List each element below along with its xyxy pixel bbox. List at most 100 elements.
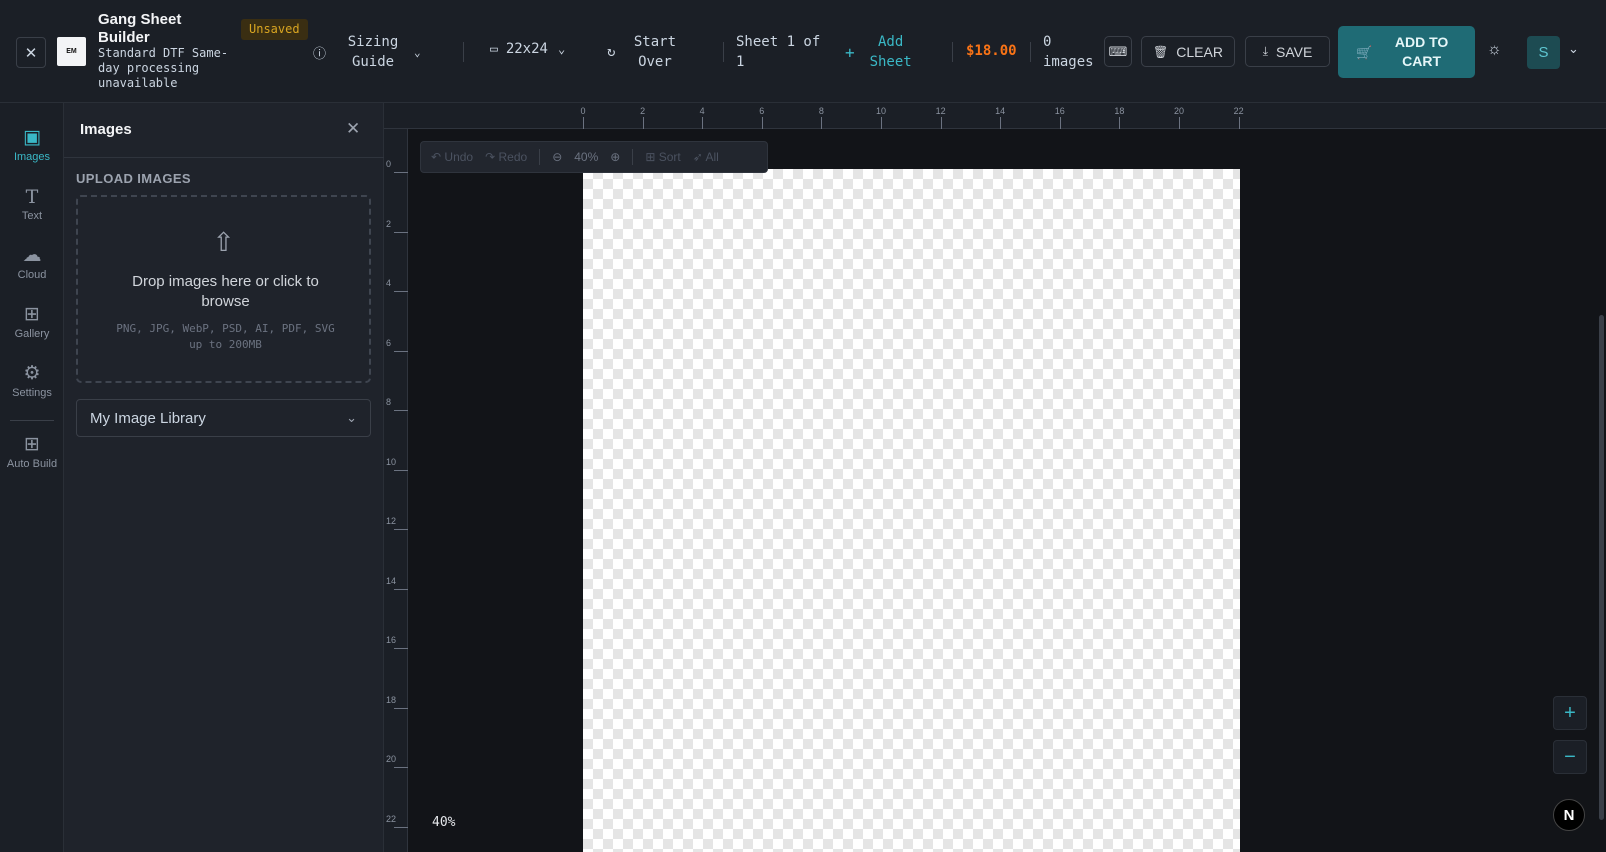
ruler-tick-label: 22 [386, 813, 397, 824]
chevron-down-icon: ⌄ [1568, 41, 1579, 56]
ruler-tick-label: 8 [386, 397, 392, 407]
rail-item-gallery[interactable]: ⊞ Gallery [0, 304, 64, 340]
chevron-down-icon: ⌄ [557, 42, 566, 56]
left-rail: ▣ Images T Text ☁ Cloud ⊞ Gallery ⚙ Sett… [0, 103, 64, 852]
add-sheet-button[interactable]: + Add Sheet [845, 32, 913, 72]
app-subtitle: Standard DTF Same-day processing unavail… [98, 46, 229, 90]
ruler-tick-label: 20 [1173, 106, 1184, 116]
rail-item-text[interactable]: T Text [0, 186, 64, 222]
ruler-tick-label: 0 [580, 106, 586, 116]
zoom-out-button[interactable]: ⊖ [552, 150, 562, 164]
images-panel: Images ✕ UPLOAD IMAGES ⇧ Drop images her… [64, 103, 384, 852]
info-icon: ⓘ [313, 46, 327, 62]
save-icon: ⤓ [1262, 44, 1268, 58]
rail-item-images[interactable]: ▣ Images [0, 127, 64, 163]
zoom-in-float-button[interactable]: + [1553, 696, 1587, 730]
price-label: $18.00 [966, 43, 1017, 59]
zoom-out-float-button[interactable]: − [1553, 740, 1587, 774]
image-library-select[interactable]: My Image Library ⌄ [76, 399, 371, 437]
ruler-tick-label: 0 [386, 159, 392, 169]
dropzone-formats: PNG, JPG, WebP, PSD, AI, PDF, SVG up to … [116, 322, 335, 351]
avatar[interactable]: S [1527, 36, 1560, 69]
upload-cloud-icon: ⇧ [212, 227, 235, 257]
zoom-in-button[interactable]: ⊕ [610, 150, 620, 164]
zoom-level-label: 40% [432, 815, 456, 830]
select-all-label: All [705, 150, 719, 164]
ruler-tick-label: 16 [386, 635, 397, 645]
sizing-guide-button[interactable]: ⓘ Sizing Guide ⌄ [313, 32, 421, 72]
clear-button[interactable]: 🗑 CLEAR [1141, 36, 1235, 67]
sizing-guide-label: Sizing Guide [347, 34, 399, 70]
redo-icon: ↷ [485, 150, 496, 164]
redo-button[interactable]: ↷ Redo [485, 150, 527, 164]
grid-icon: ⊞ [24, 304, 40, 325]
undo-button[interactable]: ↶ Undo [431, 150, 473, 164]
close-button[interactable]: ✕ [16, 37, 46, 68]
keyboard-shortcuts-button[interactable]: ⌨ [1104, 36, 1132, 67]
ruler-tick-label: 12 [935, 106, 946, 116]
rail-item-cloud[interactable]: ☁ Cloud [0, 245, 64, 281]
start-over-button[interactable]: ↻ Start Over [607, 32, 682, 72]
sheet-counter: Sheet 1 of 1 [736, 34, 821, 70]
ruler-tick-label: 14 [386, 575, 397, 586]
rail-item-label: Images [13, 151, 51, 163]
ruler-left: 0 2 4 6 8 10 12 14 16 18 20 22 [384, 129, 408, 852]
user-menu-chevron[interactable]: ⌄ [1568, 41, 1579, 57]
panel-title: Images [80, 121, 132, 138]
undo-icon: ↶ [431, 150, 442, 164]
start-over-label: Start Over [633, 34, 677, 70]
sheet-size-select[interactable]: ▭ 22x24 ⌄ [490, 41, 565, 57]
add-to-cart-label: ADD TO CART [1394, 34, 1449, 69]
save-label: SAVE [1276, 43, 1313, 60]
grid-icon: ⊞ [24, 434, 40, 455]
ruler-tick-label: 20 [386, 754, 397, 764]
ruler-tick-label: 8 [818, 106, 824, 116]
theme-toggle-button[interactable]: ☼ [1487, 41, 1502, 59]
save-button[interactable]: ⤓ SAVE [1245, 36, 1330, 67]
grid-icon: ⊞ [645, 150, 656, 164]
sheet-size-value: 22x24 [505, 41, 548, 57]
dropzone-text: Drop images here or click to browse [132, 273, 319, 310]
rail-item-label: Text [21, 210, 43, 222]
clear-label: CLEAR [1176, 43, 1223, 60]
ruler-tick-label: 6 [386, 337, 392, 348]
upload-dropzone[interactable]: ⇧ Drop images here or click to browse PN… [76, 195, 371, 383]
canvas-area[interactable]: ↶ Undo ↷ Redo ⊖ 40% ⊕ ⊞ Sort ➶ All 40% +… [408, 129, 1606, 852]
ruler-tick-label: 4 [699, 106, 705, 116]
refresh-icon: ↻ [607, 44, 616, 60]
panel-header: Images ✕ [64, 103, 384, 158]
rail-item-settings[interactable]: ⚙ Settings [0, 363, 64, 399]
add-to-cart-button[interactable]: 🛒 ADD TO CART [1338, 26, 1475, 78]
panel-close-button[interactable]: ✕ [346, 119, 360, 139]
select-all-button[interactable]: ➶ All [693, 150, 719, 164]
ruler-tick-label: 18 [386, 694, 397, 705]
pointer-icon: ➶ [692, 150, 703, 164]
image-library-value: My Image Library [90, 409, 206, 427]
minus-icon: − [1564, 745, 1576, 768]
scrollbar-thumb[interactable] [1599, 315, 1604, 820]
cart-icon: 🛒 [1356, 44, 1373, 60]
sun-icon: ☼ [1487, 41, 1502, 58]
trash-icon: 🗑 [1153, 44, 1169, 59]
close-icon: ✕ [24, 44, 38, 62]
chevron-down-icon: ⌄ [414, 45, 421, 59]
ruler-top: 0 2 4 6 8 10 12 14 16 18 20 22 [384, 103, 1606, 129]
close-icon: ✕ [346, 119, 361, 138]
app-title: Gang Sheet Builder [98, 11, 182, 46]
rail-item-label: Cloud [17, 269, 47, 281]
ruler-icon: ▭ [490, 41, 498, 57]
rail-item-label: Gallery [14, 328, 50, 340]
rail-item-label: Settings [12, 387, 52, 399]
rail-item-auto-build[interactable]: ⊞ Auto Build [0, 434, 64, 470]
redo-label: Redo [498, 150, 528, 164]
gang-sheet[interactable] [583, 169, 1240, 852]
zoom-in-icon: ⊕ [610, 150, 621, 164]
n-badge[interactable]: N [1553, 799, 1585, 831]
gear-icon: ⚙ [23, 363, 41, 384]
ruler-tick-label: 12 [386, 516, 397, 526]
sort-button[interactable]: ⊞ Sort [645, 150, 680, 164]
logo: EM [57, 37, 86, 66]
unsaved-badge: Unsaved [241, 19, 308, 40]
ruler-tick-label: 10 [386, 456, 397, 467]
add-sheet-label: Add Sheet [869, 34, 912, 70]
